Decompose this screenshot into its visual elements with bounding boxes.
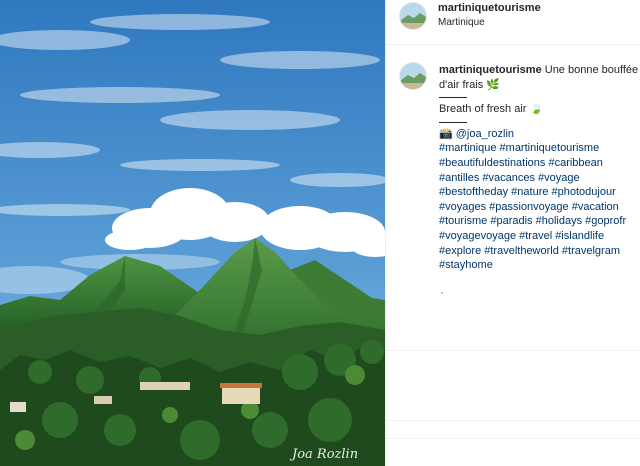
divider bbox=[386, 350, 640, 351]
post-username[interactable]: martiniquetourisme bbox=[438, 2, 541, 14]
photo-credit[interactable]: 📸 @joa_rozlin bbox=[439, 128, 514, 140]
divider bbox=[386, 420, 640, 421]
post-photo[interactable]: Joa Rozlin bbox=[0, 0, 385, 466]
divider bbox=[439, 121, 467, 123]
avatar[interactable] bbox=[399, 2, 427, 30]
landscape-image: Joa Rozlin bbox=[0, 0, 385, 466]
instagram-post-view: Joa Rozlin martiniquetourisme Martinique bbox=[0, 0, 640, 466]
caption-avatar[interactable] bbox=[399, 62, 427, 90]
hashtags[interactable]: #martinique #martiniquetourisme #beautif… bbox=[439, 142, 626, 271]
avatar-image-icon bbox=[400, 63, 426, 89]
post-header: martiniquetourisme Martinique bbox=[386, 0, 640, 45]
caption-text: martiniquetourisme Une bonne bouffée d'a… bbox=[439, 63, 639, 273]
divider bbox=[386, 438, 640, 439]
caption-line-2: Breath of fresh air 🍃 bbox=[439, 103, 544, 116]
caption-username[interactable]: martiniquetourisme bbox=[439, 64, 542, 76]
watermark-signature: Joa Rozlin bbox=[289, 447, 358, 462]
avatar-image-icon bbox=[400, 3, 426, 29]
post-sidebar: martiniquetourisme Martinique martinique… bbox=[385, 0, 640, 466]
divider bbox=[439, 97, 467, 99]
faint-dot bbox=[441, 292, 443, 294]
post-location[interactable]: Martinique bbox=[438, 17, 485, 28]
